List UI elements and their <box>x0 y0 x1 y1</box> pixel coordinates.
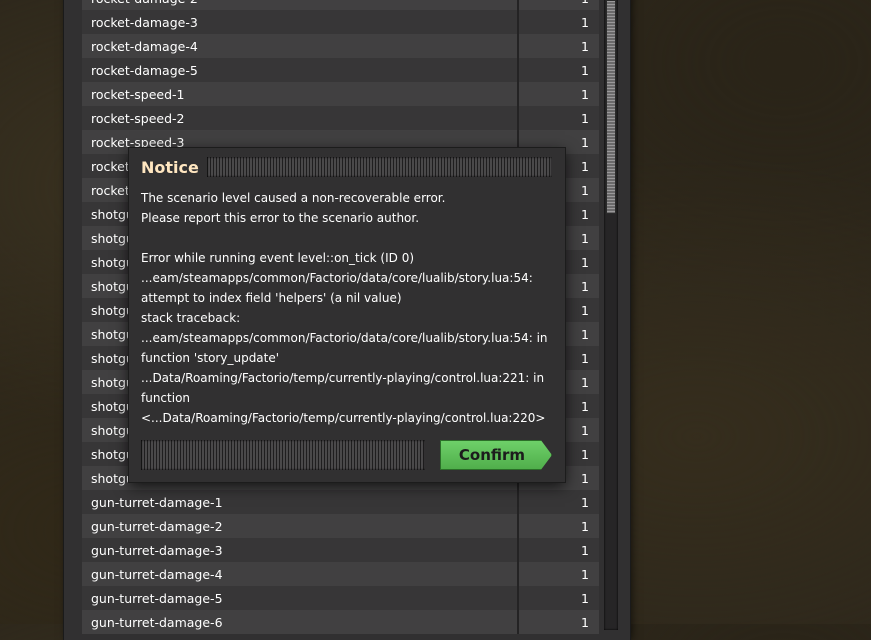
message-line: function <box>141 391 191 405</box>
list-item[interactable]: gun-turret-damage-3 1 <box>82 538 599 562</box>
message-line: stack traceback: <box>141 311 241 325</box>
list-item-name: gun-turret-damage-4 <box>91 566 223 582</box>
list-item[interactable]: gun-turret-damage-4 1 <box>82 562 599 586</box>
message-line: ...eam/steamapps/common/Factorio/data/co… <box>141 331 548 345</box>
list-item[interactable]: rocket-speed-1 1 <box>82 82 599 106</box>
list-item[interactable]: rocket-damage-3 1 <box>82 10 599 34</box>
list-item-name: gun-turret-damage-5 <box>91 590 223 606</box>
list-item-value: 1 <box>581 86 589 102</box>
message-line: Error while running event level::on_tick… <box>141 251 415 265</box>
list-item-value: 1 <box>581 542 589 558</box>
dialog-footer-drag-handle[interactable] <box>141 440 425 470</box>
dialog-drag-handle[interactable] <box>207 157 552 177</box>
dialog-message: The scenario level caused a non-recovera… <box>141 188 556 428</box>
confirm-button-label: Confirm <box>458 446 526 464</box>
list-item-value: 1 <box>581 14 589 30</box>
list-item-name: rocket-speed-2 <box>91 110 185 126</box>
list-item[interactable]: gun-turret-damage-6 1 <box>82 610 599 634</box>
list-item-name: rocket-damage-4 <box>91 38 198 54</box>
list-item-name: rocket-damage-2 <box>82 0 517 6</box>
list-item-value: 1 <box>519 0 599 6</box>
list-item-value: 1 <box>581 110 589 126</box>
list-item[interactable]: rocket-damage-21 <box>82 0 599 10</box>
list-item-value: 1 <box>581 38 589 54</box>
list-item-name: rocket-damage-5 <box>91 62 198 78</box>
list-item[interactable]: rocket-damage-4 1 <box>82 34 599 58</box>
message-line: function 'story_update' <box>141 351 280 365</box>
list-item-name: rocket-speed-1 <box>91 86 185 102</box>
list-item-value: 1 <box>581 62 589 78</box>
list-item-name: gun-turret-damage-3 <box>91 542 223 558</box>
list-item-value: 1 <box>581 494 589 510</box>
list-item-value: 1 <box>581 566 589 582</box>
list-item-name: gun-turret-damage-6 <box>91 614 223 630</box>
list-scrollbar-thumb[interactable] <box>606 0 616 214</box>
list-item-value: 1 <box>581 614 589 630</box>
list-item[interactable]: gun-turret-damage-1 1 <box>82 490 599 514</box>
list-item[interactable]: rocket-damage-5 1 <box>82 58 599 82</box>
list-item-name: gun-turret-damage-2 <box>91 518 223 534</box>
message-line: ...Data/Roaming/Factorio/temp/currently-… <box>141 371 545 385</box>
confirm-button[interactable]: Confirm <box>440 440 552 470</box>
message-line: <...Data/Roaming/Factorio/temp/currently… <box>141 411 546 425</box>
list-item[interactable]: rocket-speed-2 1 <box>82 106 599 130</box>
list-item-name: rocket-damage-3 <box>91 14 198 30</box>
list-item-value: 1 <box>581 518 589 534</box>
list-item[interactable]: gun-turret-damage-5 1 <box>82 586 599 610</box>
message-line: The scenario level caused a non-recovera… <box>141 191 446 205</box>
message-line <box>141 228 556 248</box>
message-line: Please report this error to the scenario… <box>141 211 420 225</box>
notice-dialog: Notice The scenario level caused a non-r… <box>129 148 565 482</box>
message-line: ...eam/steamapps/common/Factorio/data/co… <box>141 271 533 285</box>
message-line: attempt to index field 'helpers' (a nil … <box>141 291 402 305</box>
list-item-value: 1 <box>581 590 589 606</box>
list-item-name: gun-turret-damage-1 <box>91 494 223 510</box>
list-item[interactable]: gun-turret-damage-2 1 <box>82 514 599 538</box>
dialog-title: Notice <box>141 158 199 177</box>
